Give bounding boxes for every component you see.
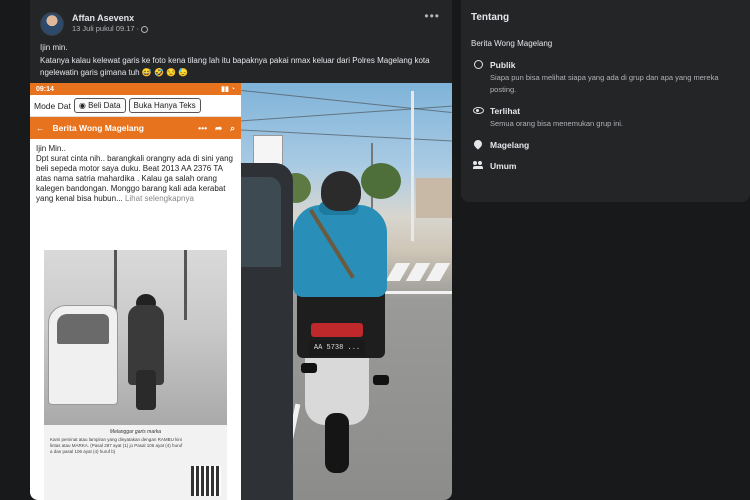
qr-code-icon (191, 466, 221, 496)
see-more-link: Lihat selengkapnya (124, 194, 194, 203)
dark-car (241, 163, 293, 500)
beli-data-button: ◉ Beli Data (73, 98, 126, 113)
doc-text: Kami peminat atau lampiran yang dinyatak… (50, 437, 183, 454)
street-photo-image[interactable]: AA 5738 ... (241, 83, 452, 500)
ticket-document: Melanggar garis marka Kami peminat atau … (44, 425, 227, 500)
more-horizontal-icon[interactable]: ••• (424, 10, 440, 22)
power-line (241, 105, 452, 122)
privacy-public-row: Publik Siapa pun bisa melihat siapa yang… (471, 60, 740, 96)
meta-separator: · (136, 24, 140, 33)
utility-pole (184, 250, 187, 320)
phone-status-bar: 09:14 ▮▮ ◔ (30, 83, 241, 95)
location-pin-icon (472, 138, 484, 150)
about-group-card: Tentang Berita Wong Magelang Publik Siap… (461, 0, 750, 202)
doc-title: Melanggar garis marka (109, 429, 162, 435)
location-row: Magelang (471, 138, 740, 151)
mode-label: Mode Dat (34, 100, 71, 111)
more-icon: ••• (198, 123, 208, 133)
row-desc: Semua orang bisa menemukan grup ini. (490, 119, 623, 128)
post-header: Affan Asevenx 13 Juli pukul 09.17 · ••• (30, 0, 452, 38)
utility-pole (411, 91, 414, 241)
zebra-stripe (425, 263, 451, 281)
post-text-line: Katanya kalau kelewat garis ke foto kena… (40, 56, 430, 77)
rider-shoe (301, 363, 317, 373)
eye-icon (472, 107, 484, 114)
back-arrow-icon: ← (36, 123, 45, 133)
visibility-row: Terlihat Semua orang bisa menemukan grup… (471, 106, 740, 130)
post-text-line: Ijin min. (40, 43, 68, 52)
phone-post-body: Ijin Min.. Dpt surat cinta nih.. barangk… (36, 144, 234, 203)
row-title: Magelang (490, 140, 530, 150)
row-title: Publik (490, 60, 516, 70)
data-mode-bar: Mode Dat ◉ Beli Data Buka Hanya Teks (30, 95, 241, 117)
row-title: Umum (490, 161, 517, 171)
share-icon: ➦ (215, 122, 223, 133)
post-text: Ijin min. Katanya kalau kelewat garis ke… (30, 38, 452, 79)
category-row: Umum (471, 161, 740, 172)
building (416, 178, 452, 218)
motorcycle (136, 370, 156, 410)
about-title: Tentang (471, 12, 510, 23)
globe-icon (141, 25, 149, 33)
search-icon: ⌕ (230, 122, 235, 133)
author-name[interactable]: Affan Asevenx (72, 13, 148, 24)
author-avatar[interactable] (40, 11, 64, 36)
phone-screenshot-image[interactable]: 09:14 ▮▮ ◔ Mode Dat ◉ Beli Data Buka Han… (30, 83, 241, 500)
group-name: Berita Wong Magelang (471, 39, 553, 48)
post-media: 09:14 ▮▮ ◔ Mode Dat ◉ Beli Data Buka Han… (30, 83, 452, 500)
utility-pole (114, 250, 117, 310)
row-title: Terlihat (490, 106, 521, 116)
group-post: Affan Asevenx 13 Juli pukul 09.17 · ••• … (30, 0, 452, 500)
globe-icon (473, 60, 483, 69)
status-icons: ▮▮ ◔ (221, 86, 235, 93)
post-timestamp[interactable]: 13 Juli pukul 09.17 (72, 24, 135, 34)
buka-teks-button: Buka Hanya Teks (128, 98, 201, 113)
rider-jacket (293, 205, 387, 297)
phone-nav-bar: ← Berita Wong Magelang ••• ➦ ⌕ (30, 117, 241, 139)
tail-light (311, 323, 363, 337)
beli-data-label: Beli Data (88, 101, 121, 110)
rider-shoe (373, 375, 389, 385)
tree (361, 163, 401, 199)
street-scene (44, 250, 227, 425)
rider-helmet (321, 171, 361, 211)
status-time: 09:14 (36, 85, 54, 93)
white-car (48, 305, 118, 405)
post-meta: 13 Juli pukul 09.17 · (72, 24, 149, 34)
people-icon (473, 161, 483, 169)
ticket-evidence-photo: Melanggar garis marka Kami peminat atau … (44, 250, 227, 500)
phone-nav-title: Berita Wong Magelang (52, 123, 144, 133)
row-desc: Siapa pun bisa melihat siapa yang ada di… (490, 73, 719, 94)
rear-wheel (325, 413, 349, 473)
license-plate: AA 5738 ... (309, 340, 365, 356)
power-line (241, 89, 452, 114)
